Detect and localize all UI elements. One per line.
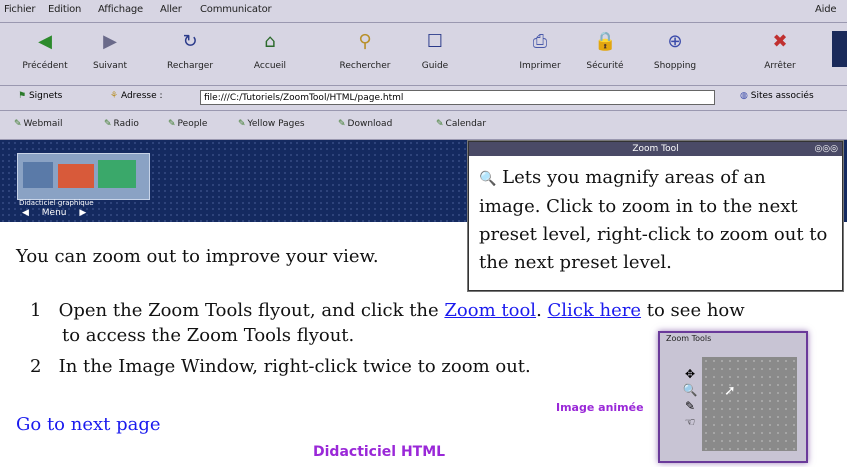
zoom-tool-tooltip: Zoom Tool ◎◎◎ 🔍 Lets you magnify areas o…	[468, 141, 843, 291]
back-icon: ◀	[38, 31, 52, 52]
related-icon: ◍	[740, 91, 748, 101]
logo-caption: Didacticiel graphique	[19, 199, 94, 207]
browser-logo	[832, 31, 847, 67]
menu-file[interactable]: Fichier	[4, 4, 35, 15]
tutorial-logo	[17, 153, 150, 200]
intro-text: You can zoom out to improve your view.	[16, 246, 379, 267]
forward-icon: ▶	[103, 31, 117, 52]
footer-title: Didacticiel HTML	[313, 444, 446, 460]
stop-icon: ✖	[772, 31, 788, 52]
menu-help[interactable]: Aide	[815, 4, 837, 15]
security-button[interactable]: 🔒 Sécurité	[570, 31, 640, 71]
link-people[interactable]: ✎ People	[168, 119, 207, 129]
nav-prev[interactable]: ◀	[22, 208, 29, 218]
bookmarks-icon: ⚑	[18, 91, 27, 101]
banner-nav: ◀ Menu ▶	[22, 208, 96, 218]
security-icon: 🔒	[594, 31, 617, 52]
shopping-icon: ⊕	[667, 31, 683, 52]
pan-icon[interactable]: ✥	[680, 367, 700, 383]
cursor-icon: ➚	[724, 383, 736, 399]
pen-icon: ✎	[338, 119, 346, 129]
personal-toolbar: ✎ Webmail ✎ Radio ✎ People ✎ Yellow Pages ✎ D…	[0, 111, 847, 140]
step-number: 1	[30, 300, 42, 321]
pen-icon: ✎	[168, 119, 176, 129]
zoom-icon[interactable]: 🔍	[680, 383, 700, 399]
tooltip-body: 🔍 Lets you magnify areas of an image. Cl…	[479, 167, 828, 273]
step-text: Open the Zoom Tools flyout, and click th…	[58, 300, 439, 321]
location-label: ⚘ Adresse :	[110, 91, 163, 101]
image-canvas[interactable]: ➚	[702, 357, 797, 451]
home-icon: ⌂	[264, 31, 276, 52]
print-icon: ⎙	[532, 31, 548, 52]
step-1-line2: to access the Zoom Tools flyout.	[62, 325, 355, 346]
step-text-cont: to see how	[646, 300, 745, 321]
reload-button[interactable]: ↻ Recharger	[155, 31, 225, 71]
zoom-icon: 🔍	[479, 171, 497, 187]
step-text: In the Image Window, right-click twice t…	[58, 356, 531, 377]
window-controls[interactable]: ◎◎◎	[814, 142, 838, 156]
print-button[interactable]: ⎙ Imprimer	[505, 31, 575, 71]
zoom-tools-window: Zoom Tools ✥ 🔍 ✎ ☜ ➚	[658, 331, 808, 463]
menu-edit[interactable]: Edition	[48, 4, 81, 15]
tooltip-titlebar: Zoom Tool ◎◎◎	[469, 142, 842, 156]
related-sites-button[interactable]: ◍ Sites associés	[740, 91, 814, 101]
guide-icon: ☐	[426, 31, 444, 52]
nav-next[interactable]: ▶	[79, 208, 86, 218]
home-button[interactable]: ⌂ Accueil	[235, 31, 305, 71]
pen-icon: ✎	[104, 119, 112, 129]
link-download[interactable]: ✎ Download	[338, 119, 392, 129]
forward-button[interactable]: ▶ Suivant	[75, 31, 145, 71]
link-calendar[interactable]: ✎ Calendar	[436, 119, 486, 129]
navigation-toolbar: ◀ Précédent ▶ Suivant ↻ Recharger ⌂ Accueil …	[0, 23, 847, 86]
link-yellow-pages[interactable]: ✎ Yellow Pages	[238, 119, 305, 129]
punct: .	[536, 300, 542, 321]
menu-view[interactable]: Affichage	[98, 4, 143, 15]
zoom-tool-link[interactable]: Zoom tool	[444, 300, 536, 321]
bookmarks-button[interactable]: ⚑ Signets	[18, 91, 62, 101]
nav-menu[interactable]: Menu	[42, 208, 67, 218]
logo-piece	[98, 160, 136, 188]
shopping-button[interactable]: ⊕ Shopping	[640, 31, 710, 71]
search-button[interactable]: ⚲ Rechercher	[330, 31, 400, 71]
url-input[interactable]: file:///C:/Tutoriels/ZoomTool/HTML/page.…	[200, 90, 715, 105]
animated-image-label: Image animée	[556, 401, 644, 414]
step-2: 2 In the Image Window, right-click twice…	[30, 356, 531, 377]
next-page-link[interactable]: Go to next page	[16, 414, 161, 435]
step-number: 2	[30, 356, 42, 377]
guide-button[interactable]: ☐ Guide	[400, 31, 470, 71]
logo-piece	[23, 162, 53, 188]
pen-icon: ✎	[14, 119, 22, 129]
menu-go[interactable]: Aller	[160, 4, 182, 15]
back-button[interactable]: ◀ Précédent	[10, 31, 80, 71]
logo-piece	[58, 164, 94, 188]
reload-icon: ↻	[182, 31, 198, 52]
pencil-icon[interactable]: ✎	[680, 399, 700, 415]
link-radio[interactable]: ✎ Radio	[104, 119, 139, 129]
search-icon: ⚲	[358, 31, 372, 52]
hand-icon[interactable]: ☜	[680, 415, 700, 431]
pen-icon: ✎	[238, 119, 246, 129]
pen-icon: ✎	[436, 119, 444, 129]
zoom-window-titlebar: Zoom Tools	[666, 334, 712, 343]
link-webmail[interactable]: ✎ Webmail	[14, 119, 62, 129]
menu-communicator[interactable]: Communicator	[200, 4, 272, 15]
zoom-tool-flyout: ✥ 🔍 ✎ ☜	[680, 367, 700, 431]
step-1: 1 Open the Zoom Tools flyout, and click …	[30, 300, 745, 321]
menu-bar: Fichier Edition Affichage Aller Communic…	[0, 0, 847, 23]
location-bar: ⚑ Signets ⚘ Adresse : file:///C:/Tutorie…	[0, 86, 847, 111]
stop-button[interactable]: ✖ Arrêter	[745, 31, 815, 71]
click-here-link[interactable]: Click here	[548, 300, 642, 321]
location-icon: ⚘	[110, 91, 119, 101]
